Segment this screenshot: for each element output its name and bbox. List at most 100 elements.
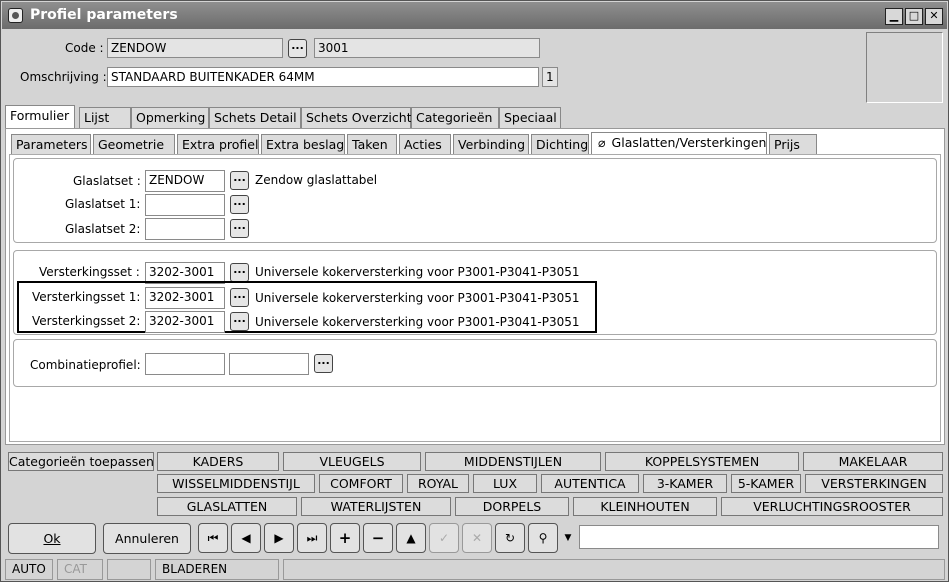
category-comfort[interactable]: COMFORT (319, 474, 403, 493)
glaslatset2-lookup-button[interactable]: ... (230, 219, 249, 238)
tab-dichting[interactable]: Dichting (531, 134, 589, 155)
profile-image-box (866, 32, 943, 103)
tab-acties[interactable]: Acties (399, 134, 451, 155)
code-lookup-button[interactable]: ... (288, 39, 307, 58)
code-number-field[interactable]: 3001 (314, 38, 540, 58)
tab-prijs[interactable]: Prijs (769, 134, 817, 155)
tab-glaslatten-label: Glaslatten/Versterkingen (611, 135, 767, 150)
tab-glaslatten-versterkingen[interactable]: ⌀ Glaslatten/Versterkingen (591, 132, 767, 155)
category-middenstijlen[interactable]: MIDDENSTIJLEN (425, 452, 601, 471)
tab-extra-beslag[interactable]: Extra beslag (261, 134, 345, 155)
paperclip-icon: ⌀ (598, 135, 606, 150)
maximize-icon[interactable]: □ (905, 8, 923, 25)
versterkingsset2-lookup-button[interactable]: ... (230, 312, 249, 331)
tab-parameters[interactable]: Parameters (11, 134, 91, 155)
category-koppelsystemen[interactable]: KOPPELSYSTEMEN (605, 452, 799, 471)
main-tab-row: Formulier Lijst Opmerking Schets Detail … (5, 105, 945, 128)
combinatieprofiel-field-1[interactable] (145, 353, 225, 375)
tab-schets-detail[interactable]: Schets Detail (209, 107, 301, 128)
category-5-kamer[interactable]: 5-KAMER (731, 474, 801, 493)
search-dropdown-icon[interactable]: ▼ (562, 523, 574, 553)
tab-lijst[interactable]: Lijst (79, 107, 131, 128)
previous-record-icon[interactable]: ◀ (231, 523, 261, 553)
versterkingsset1-description: Universele kokerversterking voor P3001-P… (255, 291, 580, 305)
category-lux[interactable]: LUX (473, 474, 537, 493)
first-record-icon[interactable]: ⏮ (198, 523, 228, 553)
code-field[interactable]: ZENDOW (107, 38, 283, 58)
omschrijving-label: Omschrijving : (20, 70, 107, 84)
category-glaslatten[interactable]: GLASLATTEN (157, 497, 297, 516)
category-kaders[interactable]: KADERS (157, 452, 279, 471)
tab-geometrie[interactable]: Geometrie (93, 134, 175, 155)
annuleren-button[interactable]: Annuleren (103, 523, 191, 554)
add-record-icon[interactable]: + (330, 523, 360, 553)
binoculars-icon[interactable]: ⚲ (528, 523, 558, 553)
search-field[interactable] (579, 525, 939, 549)
glaslatset-field[interactable]: ZENDOW (145, 170, 225, 192)
combinatieprofiel-lookup-button[interactable]: ... (314, 354, 333, 373)
omschrijving-number: 1 (542, 67, 558, 87)
tab-categorieen[interactable]: Categorieën (411, 107, 499, 128)
category-verluchtingsrooster[interactable]: VERLUCHTINGSROOSTER (721, 497, 943, 516)
cancel-edit-icon[interactable]: ✕ (462, 523, 492, 553)
versterkingsset1-field[interactable]: 3202-3001 (145, 287, 225, 309)
category-makelaar[interactable]: MAKELAAR (803, 452, 943, 471)
glaslatset2-field[interactable] (145, 218, 225, 240)
category-waterlijsten[interactable]: WATERLIJSTEN (301, 497, 451, 516)
next-record-icon[interactable]: ▶ (264, 523, 294, 553)
combinatieprofiel-field-2[interactable] (229, 353, 309, 375)
title-bar: Profiel parameters ▁ □ ✕ (2, 2, 947, 29)
up-arrow-icon[interactable]: ▲ (396, 523, 426, 553)
versterkingsset2-description: Universele kokerversterking voor P3001-P… (255, 315, 580, 329)
sub-tab-row: Parameters Geometrie Extra profiel Extra… (11, 132, 941, 155)
tab-opmerking[interactable]: Opmerking (131, 107, 209, 128)
tab-verbinding[interactable]: Verbinding (453, 134, 529, 155)
close-icon[interactable]: ✕ (925, 8, 943, 25)
status-empty (107, 559, 151, 580)
category-autentica[interactable]: AUTENTICA (541, 474, 639, 493)
category-dorpels[interactable]: DORPELS (455, 497, 569, 516)
tab-formulier[interactable]: Formulier (5, 105, 75, 128)
category-royal[interactable]: ROYAL (407, 474, 469, 493)
category-wisselmiddenstijl[interactable]: WISSELMIDDENSTIJL (157, 474, 315, 493)
versterkingsset2-label: Versterkingsset 2: (32, 314, 141, 328)
glaslatset-label: Glaslatset : (73, 174, 141, 188)
glaslatset1-label: Glaslatset 1: (65, 197, 141, 211)
tab-extra-profiel[interactable]: Extra profiel (177, 134, 259, 155)
category-3-kamer[interactable]: 3-KAMER (643, 474, 727, 493)
category-vleugels[interactable]: VLEUGELS (283, 452, 421, 471)
combinatieprofiel-label: Combinatieprofiel: (30, 358, 141, 372)
tab-schets-overzicht[interactable]: Schets Overzicht (301, 107, 412, 128)
category-versterkingen[interactable]: VERSTERKINGEN (805, 474, 943, 493)
tab-speciaal[interactable]: Speciaal (499, 107, 561, 128)
status-mode: AUTO (5, 559, 53, 580)
glaslatset2-label: Glaslatset 2: (65, 222, 141, 236)
tab-taken[interactable]: Taken (347, 134, 397, 155)
category-kleinhouten[interactable]: KLEINHOUTEN (573, 497, 717, 516)
status-state: BLADEREN (155, 559, 279, 580)
versterkingsset-description: Universele kokerversterking voor P3001-P… (255, 265, 580, 279)
code-label: Code : (65, 41, 104, 55)
profiel-parameters-window: Profiel parameters ▁ □ ✕ Code : ZENDOW .… (0, 0, 949, 582)
ok-button[interactable]: Ok (8, 523, 96, 554)
minimize-icon[interactable]: ▁ (885, 8, 903, 25)
glaslatset1-field[interactable] (145, 194, 225, 216)
last-record-icon[interactable]: ⏭ (297, 523, 327, 553)
app-icon (8, 8, 23, 23)
glaslatset-lookup-button[interactable]: ... (230, 171, 249, 190)
versterkingsset2-field[interactable]: 3202-3001 (145, 311, 225, 333)
delete-record-icon[interactable]: − (363, 523, 393, 553)
status-cat: CAT (57, 559, 103, 580)
versterkingsset1-label: Versterkingsset 1: (32, 290, 141, 304)
versterkingsset1-lookup-button[interactable]: ... (230, 288, 249, 307)
window-title: Profiel parameters (30, 7, 178, 23)
categorieen-toepassen-button[interactable]: Categorieën toepassen (8, 452, 154, 471)
status-message (283, 559, 945, 580)
edit-check-icon[interactable]: ✓ (429, 523, 459, 553)
glaslatset1-lookup-button[interactable]: ... (230, 195, 249, 214)
omschrijving-field[interactable]: STANDAARD BUITENKADER 64MM (107, 67, 539, 87)
versterkingsset-label: Versterkingsset : (39, 265, 140, 279)
glaslatset-description: Zendow glaslattabel (255, 173, 378, 187)
refresh-icon[interactable]: ↻ (495, 523, 525, 553)
versterkingsset-lookup-button[interactable]: ... (230, 263, 249, 282)
